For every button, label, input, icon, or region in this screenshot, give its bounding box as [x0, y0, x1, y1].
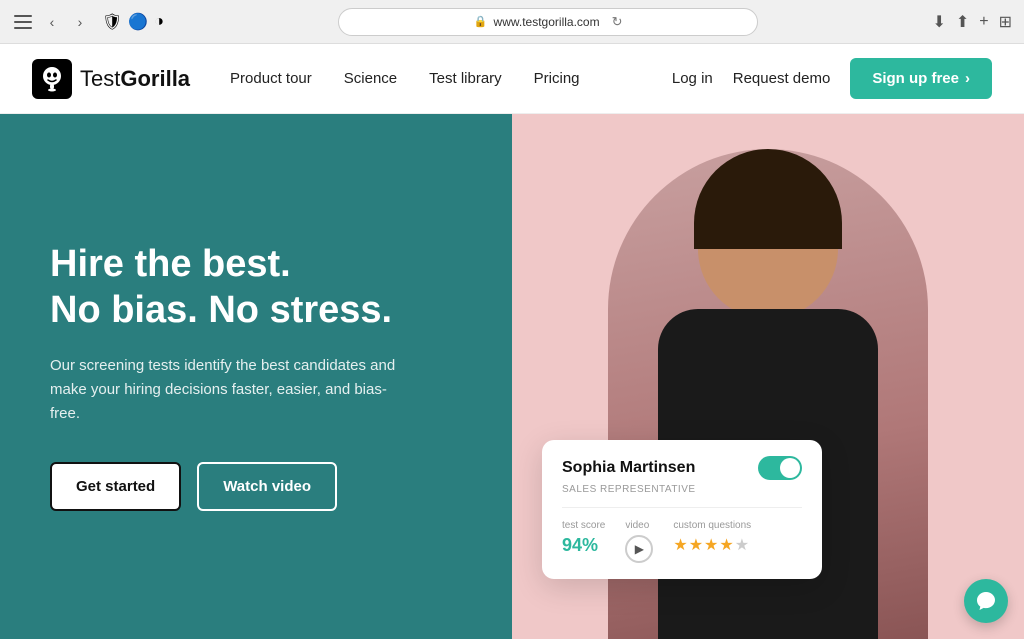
custom-questions-metric: Custom questions ★★★★★	[673, 520, 751, 563]
logo-text: TestGorilla	[80, 66, 190, 92]
test-score-label: Test score	[562, 520, 605, 531]
chat-bubble[interactable]	[964, 579, 1008, 623]
lock-icon: 🔒	[474, 15, 488, 28]
reload-icon[interactable]: ↻	[612, 14, 623, 30]
hero-headline-line2: No bias. No stress.	[50, 289, 392, 331]
url-text: www.testgorilla.com	[494, 15, 600, 29]
signup-button[interactable]: Sign up free ›	[850, 58, 992, 99]
security-icons: 🛡 🔵 ◑	[102, 12, 164, 32]
nav-science[interactable]: Science	[344, 70, 397, 87]
address-bar[interactable]: 🔒 www.testgorilla.com ↻	[338, 8, 758, 36]
hero-headline-line1: Hire the best.	[50, 243, 291, 285]
test-score-value: 94%	[562, 535, 605, 556]
nav-login[interactable]: Log in	[672, 70, 713, 87]
video-metric: Video ▶	[625, 520, 653, 563]
hero-headline: Hire the best. No bias. No stress.	[50, 242, 462, 333]
circle-icon: 🔵	[128, 12, 148, 32]
watch-video-button[interactable]: Watch video	[197, 462, 337, 511]
card-metrics: Test score 94% Video ▶ Custom questions …	[562, 520, 802, 563]
hero-buttons: Get started Watch video	[50, 462, 462, 511]
nav-right: Log in Request demo Sign up free ›	[672, 58, 992, 99]
hero-right-panel: Sophia Martinsen Sales Representative Te…	[512, 114, 1024, 639]
get-started-button[interactable]: Get started	[50, 462, 181, 511]
website: TestGorilla Product tour Science Test li…	[0, 44, 1024, 639]
candidate-name: Sophia Martinsen	[562, 459, 695, 477]
grid-icon[interactable]: ⊞	[999, 12, 1012, 32]
nav-product-tour[interactable]: Product tour	[230, 70, 312, 87]
share-icon[interactable]: ⬆	[956, 12, 969, 32]
candidate-card: Sophia Martinsen Sales Representative Te…	[542, 440, 822, 579]
browser-actions: ⬇ ⬆ + ⊞	[932, 12, 1012, 32]
test-score-metric: Test score 94%	[562, 520, 605, 563]
nav-links: Product tour Science Test library Pricin…	[230, 70, 672, 87]
video-label: Video	[625, 520, 653, 531]
browser-chrome: ‹ › 🛡 🔵 ◑ 🔒 www.testgorilla.com ↻ ⬇ ⬆ + …	[0, 0, 1024, 44]
shield-blue-icon: 🛡	[102, 12, 122, 32]
hero-left-panel: Hire the best. No bias. No stress. Our s…	[0, 114, 512, 639]
new-tab-icon[interactable]: +	[979, 13, 988, 31]
hero-section: Hire the best. No bias. No stress. Our s…	[0, 114, 1024, 639]
toggle-knob	[780, 458, 800, 478]
navbar: TestGorilla Product tour Science Test li…	[0, 44, 1024, 114]
logo-icon	[32, 59, 72, 99]
candidate-role: Sales Representative	[562, 484, 802, 495]
address-bar-wrapper: 🔒 www.testgorilla.com ↻	[172, 8, 925, 36]
sidebar-toggle-icon[interactable]	[12, 11, 34, 33]
back-button[interactable]: ‹	[42, 12, 62, 32]
forward-button[interactable]: ›	[70, 12, 90, 32]
download-icon[interactable]: ⬇	[932, 12, 945, 32]
logo[interactable]: TestGorilla	[32, 59, 190, 99]
toggle-active[interactable]	[758, 456, 802, 480]
card-header: Sophia Martinsen	[562, 456, 802, 480]
nav-pricing[interactable]: Pricing	[534, 70, 580, 87]
hero-subtext: Our screening tests identify the best ca…	[50, 354, 410, 426]
video-play-icon[interactable]: ▶	[625, 535, 653, 563]
star-rating: ★★★★★	[673, 535, 751, 555]
nav-request-demo[interactable]: Request demo	[733, 70, 831, 87]
card-divider	[562, 507, 802, 508]
shield-outline-icon: ◑	[154, 13, 164, 31]
nav-test-library[interactable]: Test library	[429, 70, 502, 87]
custom-questions-label: Custom questions	[673, 520, 751, 531]
